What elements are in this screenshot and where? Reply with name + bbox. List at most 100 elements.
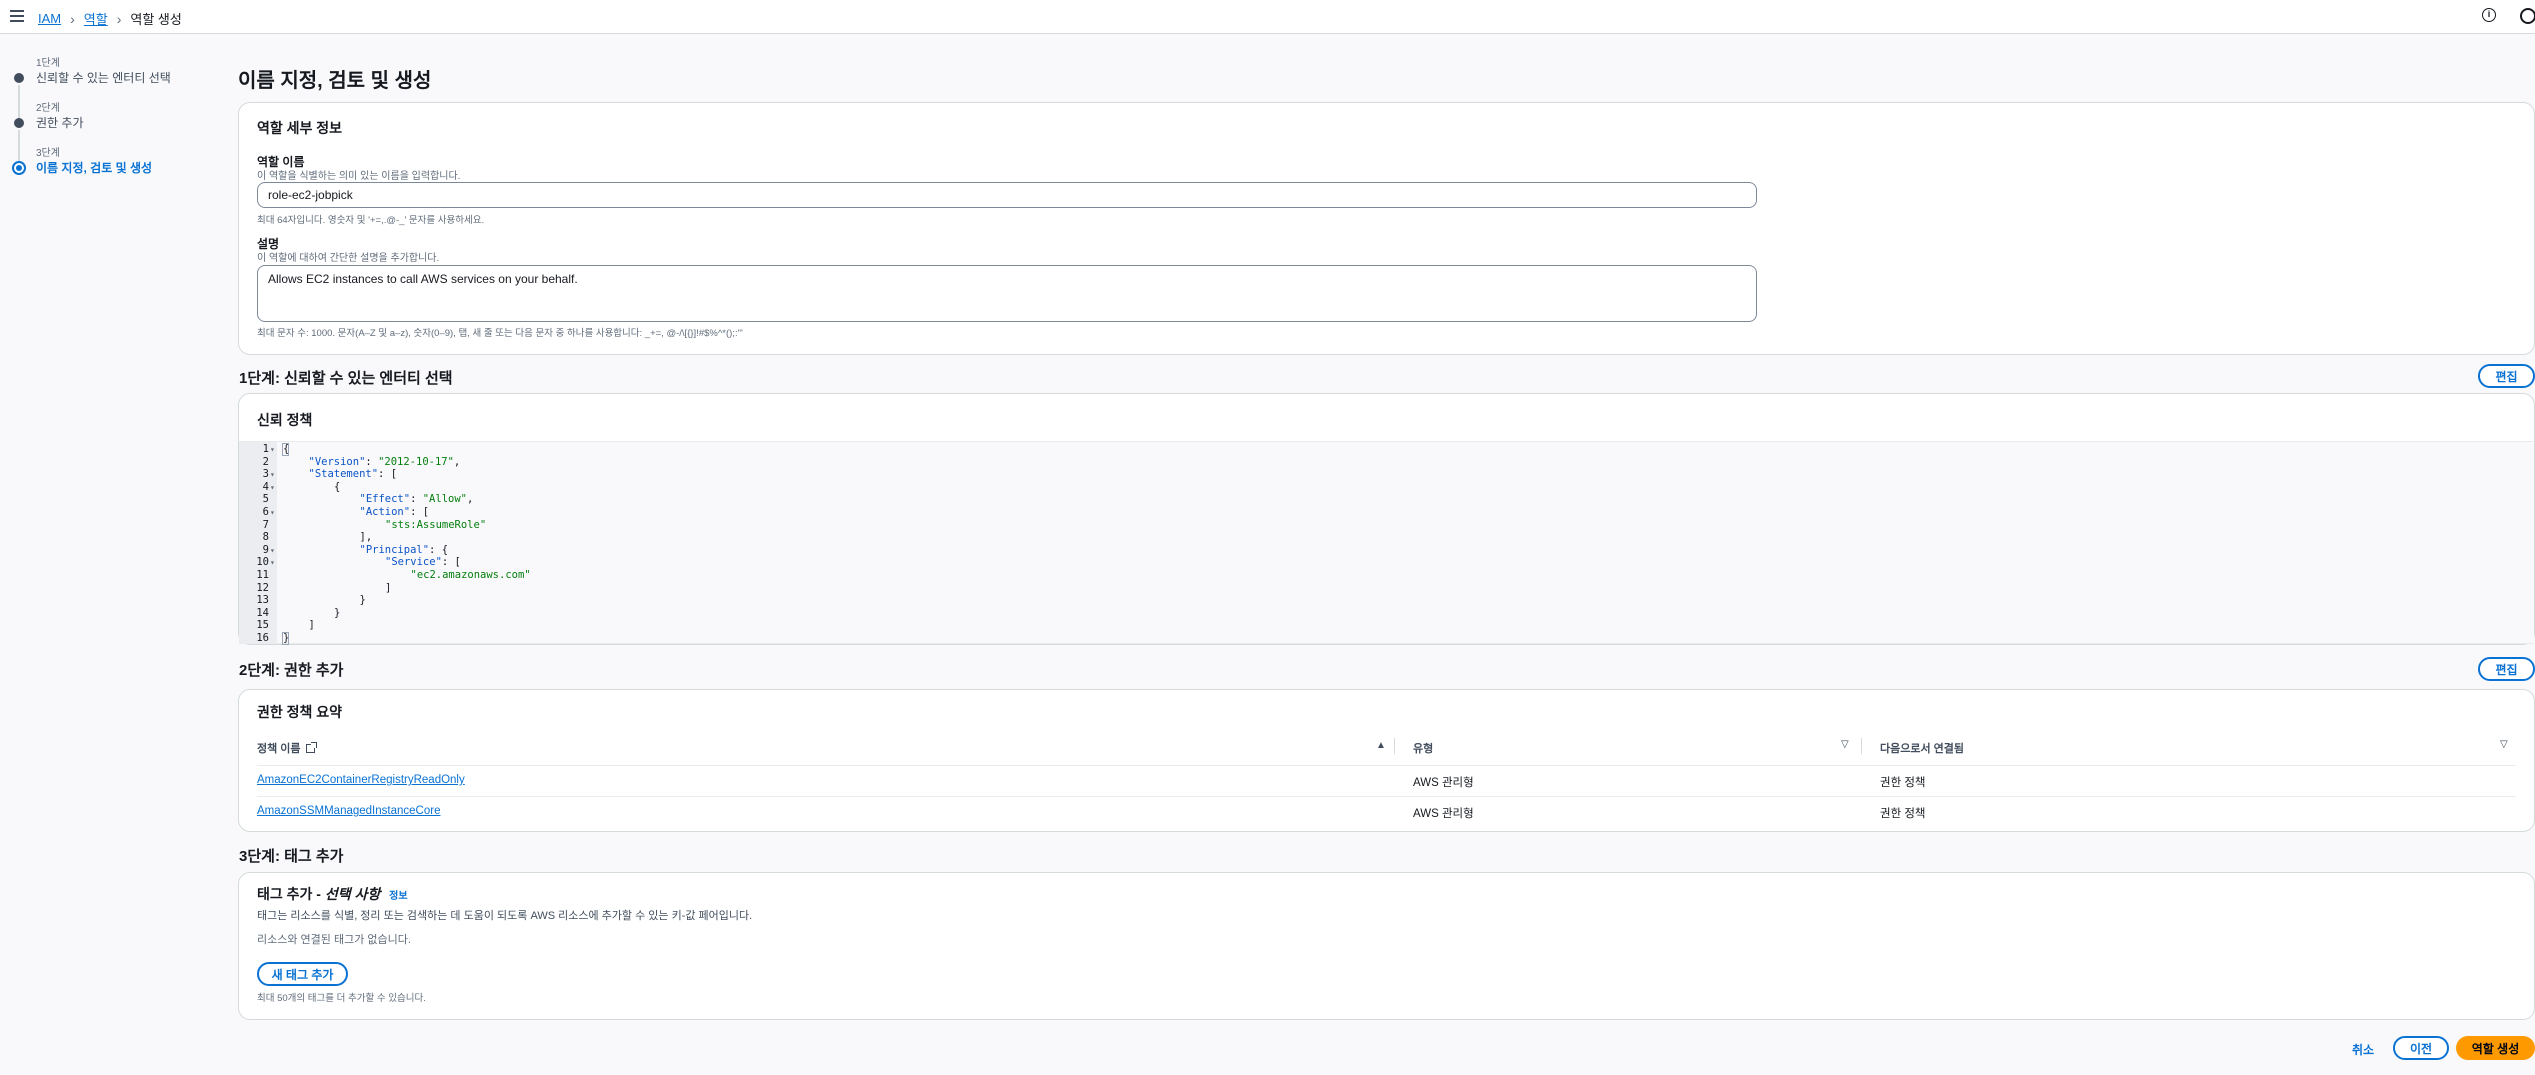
line-number: 1 <box>262 443 269 455</box>
step-2[interactable]: 2단계 권한 추가 <box>12 103 171 163</box>
row-divider <box>257 796 2516 797</box>
json-key: "Effect" <box>359 493 411 506</box>
line-number: 3 <box>262 468 269 481</box>
description-textarea[interactable]: Allows EC2 instances to call AWS service… <box>257 265 1757 322</box>
optional-label: 선택 사항 <box>324 886 381 902</box>
column-header-attached-as[interactable]: 다음으로서 연결됨 <box>1880 740 1964 756</box>
description-description: 이 역할에 대하여 간단한 설명을 추가합니다. <box>257 253 440 264</box>
code-text: "Principal": { <box>283 543 449 557</box>
sort-ascending-icon[interactable]: ▲ <box>1376 740 1386 751</box>
role-details-panel: 역할 세부 정보 역할 이름 이 역할을 식별하는 의미 있는 이름을 입력합니… <box>238 102 2535 355</box>
chevron-right-icon: › <box>70 10 75 27</box>
column-header-type[interactable]: 유형 <box>1413 740 1433 756</box>
code-text: ] <box>283 582 391 595</box>
tags-hint: 최대 50개의 태그를 더 추가할 수 있습니다. <box>257 993 426 1004</box>
json-key: "Version" <box>308 455 366 468</box>
info-link[interactable]: 정보 <box>389 891 407 902</box>
bracket-match-highlight <box>282 632 289 645</box>
page-title: 이름 지정, 검토 및 생성 <box>238 70 432 92</box>
sort-icon[interactable]: ▽ <box>1841 739 1849 750</box>
step2-edit-button[interactable]: 편집 <box>2478 657 2535 681</box>
json-punctuation: : [ <box>410 506 430 518</box>
line-number: 12 <box>256 581 269 594</box>
line-number: 8 <box>262 531 269 544</box>
breadcrumb-roles[interactable]: 역할 <box>84 9 108 28</box>
json-string: "ec2.amazonaws.com" <box>410 569 531 581</box>
panel-heading: 역할 세부 정보 <box>257 120 343 136</box>
create-role-button[interactable]: 역할 생성 <box>2456 1036 2535 1060</box>
fold-toggle-icon[interactable]: ▾ <box>270 506 275 519</box>
code-text: ], <box>283 531 373 544</box>
sort-icon[interactable]: ▽ <box>2500 739 2508 750</box>
code-line: 3 ▾ "Statement": [ <box>239 468 2534 481</box>
code-line: 15] <box>239 619 2534 632</box>
code-line: 13} <box>239 594 2534 607</box>
permissions-summary-panel: 권한 정책 요약 정책 이름 ▲ 유형 ▽ 다음으로서 연결됨 ▽ Amazon… <box>238 689 2535 832</box>
column-divider <box>1394 738 1395 754</box>
code-line: 5 "Effect": "Allow", <box>239 493 2534 506</box>
breadcrumb-iam[interactable]: IAM <box>38 11 61 26</box>
panel-heading: 권한 정책 요약 <box>257 704 343 720</box>
step-label: 신뢰할 수 있는 엔터티 선택 <box>36 71 171 85</box>
policy-link-ecr-readonly[interactable]: AmazonEC2ContainerRegistryReadOnly <box>257 774 465 786</box>
json-key: "Service" <box>385 556 442 569</box>
code-text: "Effect": "Allow", <box>283 493 474 506</box>
policy-link-ssm-core[interactable]: AmazonSSMManagedInstanceCore <box>257 805 440 817</box>
previous-button[interactable]: 이전 <box>2393 1036 2449 1060</box>
code-line: 6 ▾ "Action": [ <box>239 506 2534 519</box>
step-1[interactable]: 1단계 신뢰할 수 있는 엔터티 선택 <box>12 58 171 118</box>
json-punctuation: : <box>410 493 423 506</box>
json-punctuation: ], <box>359 531 373 544</box>
breadcrumb: IAM › 역할 › 역할 생성 <box>38 9 182 28</box>
step-current-icon <box>12 161 26 175</box>
code-line: 10 ▾ "Service": [ <box>239 556 2534 569</box>
settings-icon[interactable] <box>2520 8 2535 24</box>
line-number: 4 <box>262 480 269 493</box>
breadcrumb-current: 역할 생성 <box>130 12 182 27</box>
description-hint: 최대 문자 수: 1000. 문자(A–Z 및 a–z), 숫자(0–9), 탭… <box>257 328 743 339</box>
step1-edit-button[interactable]: 편집 <box>2478 364 2535 388</box>
code-text: "Action": [ <box>283 506 430 519</box>
json-punctuation: : <box>365 455 379 468</box>
step-label: 권한 추가 <box>36 116 84 130</box>
json-key: "Principal" <box>359 543 430 556</box>
step-dot-icon <box>14 118 24 128</box>
fold-toggle-icon[interactable]: ▾ <box>270 481 275 494</box>
code-line: 7 "sts:AssumeRole" <box>239 519 2534 532</box>
code-line: 12] <box>239 582 2534 595</box>
cancel-button[interactable]: 취소 <box>2352 1041 2374 1058</box>
fold-toggle-icon[interactable]: ▾ <box>270 443 275 456</box>
row-divider <box>257 765 2516 766</box>
code-line: 8], <box>239 531 2534 544</box>
info-icon[interactable]: i <box>2482 8 2496 22</box>
top-bar: IAM › 역할 › 역할 생성 i <box>0 0 2535 34</box>
code-text: "Service": [ <box>283 556 461 569</box>
code-line: 4 ▾ { <box>239 481 2534 494</box>
column-header-policy-name[interactable]: 정책 이름 <box>257 740 317 756</box>
line-number: 5 <box>262 493 269 506</box>
line-number: 2 <box>262 455 269 468</box>
tags-heading-text: 태그 추가 - <box>257 886 325 902</box>
policy-type: AWS 관리형 <box>1413 808 1474 820</box>
menu-icon[interactable] <box>10 10 24 22</box>
fold-toggle-icon[interactable]: ▾ <box>270 556 275 569</box>
add-tag-button[interactable]: 새 태그 추가 <box>257 962 348 986</box>
json-punctuation: , <box>467 493 474 506</box>
step-number: 2단계 <box>36 103 60 114</box>
bracket-match-highlight <box>282 443 289 456</box>
panel-heading: 태그 추가 - 선택 사항 정보 <box>257 884 408 904</box>
fold-toggle-icon[interactable]: ▾ <box>270 468 275 481</box>
code-text: } <box>283 607 340 620</box>
json-punctuation: : [ <box>441 556 461 569</box>
json-punctuation: } <box>359 594 366 607</box>
fold-toggle-icon[interactable]: ▾ <box>270 544 275 557</box>
line-number: 16 <box>256 632 269 644</box>
code-text: } <box>283 594 366 607</box>
policy-attached-as: 권한 정책 <box>1880 808 1926 820</box>
line-number: 11 <box>256 569 269 581</box>
line-number: 10 <box>256 556 269 569</box>
role-name-input[interactable] <box>257 182 1757 208</box>
line-number: 7 <box>262 518 269 531</box>
trust-policy-editor[interactable]: 1 ▾{2 "Version": "2012-10-17", 3 ▾ "Statement… <box>239 441 2534 645</box>
line-number: 13 <box>256 594 269 607</box>
